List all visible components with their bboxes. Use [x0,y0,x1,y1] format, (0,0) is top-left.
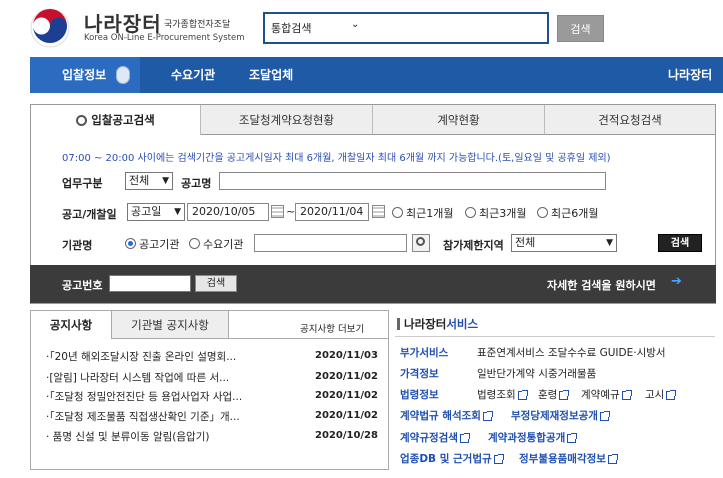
external-link-icon [559,389,570,400]
arrow-right-icon[interactable]: ➔ [671,274,682,289]
notice-row-title[interactable]: ·「조달청 정밀안전진단 등 용업사업자 사업... [46,389,286,404]
number-search-button[interactable]: 검색 [195,275,237,292]
period-3m-radio[interactable] [465,207,476,218]
period-3m-label: 최근3개월 [479,207,527,220]
title-label: 공고명 [181,177,212,190]
services-divider [395,336,715,337]
law-link-item[interactable]: 고시 [645,387,677,402]
notices-more-link[interactable]: 공지사항 더보기 [300,321,364,335]
agency-posting-label: 공고기관 [139,238,180,251]
nav-item-right[interactable]: 나라장터 소 [668,57,723,118]
external-link-icon [517,389,528,400]
date-label: 공고/개찰일 [62,208,117,221]
tab-bid-search[interactable]: 입찰공고검색 [31,105,201,135]
notice-row-date: 2020/11/02 [315,410,378,421]
notice-row-date: 2020/10/28 [315,430,378,441]
external-link-icon [607,453,618,464]
nav-item-bid-info[interactable]: 입찰정보 [62,57,106,93]
law-link-item[interactable]: 법령조회 [477,387,528,402]
period-1m-label: 최근1개월 [406,207,454,220]
nav-item-supplier[interactable]: 조달업체 [249,57,293,93]
number-label: 공고번호 [62,279,103,292]
chevron-down-icon: ⌄ [351,19,360,30]
period-6m-label: 최근6개월 [551,207,599,220]
service-link-sanction[interactable]: 부정당제재정보공개 [511,408,610,423]
chevron-down-icon: ▼ [162,176,169,186]
external-link-icon [567,432,578,443]
service-link-surplus-sale[interactable]: 정부불용품매각정보 [519,451,618,466]
chevron-down-icon: ▼ [174,207,181,217]
period-1m-radio[interactable] [392,207,403,218]
agency-input[interactable] [254,234,407,252]
detail-search-link[interactable]: 자세한 검색을 원하시면 [547,277,656,293]
global-search-box[interactable]: 통합검색 ⌄ [263,12,549,44]
date-separator: ~ [286,205,296,218]
law-link-item[interactable]: 계약예규 [581,387,632,402]
category-select[interactable]: 전체 ▼ [125,172,173,190]
tab-agency-notices[interactable]: 기관별 공지사항 [111,311,229,339]
region-select[interactable]: 전체 ▼ [511,234,617,252]
external-link-icon [459,432,470,443]
global-search-button[interactable]: 검색 [557,15,604,42]
tab-contract-request[interactable]: 조달청계약요청현황 [201,105,373,135]
calendar-icon[interactable] [372,205,385,218]
external-link-icon [599,410,610,421]
service-link-industry-db[interactable]: 업종DB 및 근거법규 [400,451,504,466]
tab-quote-search[interactable]: 견적요청검색 [545,105,715,135]
magnifier-icon[interactable] [412,234,430,252]
notice-row-title[interactable]: ·「20년 해외조달시장 진출 온라인 설명회... [46,349,286,364]
notice-row-title[interactable]: ·「조달청 제조물품 직접생산확인 기준」개... [46,409,286,424]
date-from-input[interactable]: 2020/10/05 [187,203,269,221]
service-link-rule-search[interactable]: 계약규정검색 [400,430,470,445]
notice-row-title[interactable]: · 품명 신설 및 분류이동 알림(음압기) [46,429,286,444]
service-link-price[interactable]: 일반단가계약 시중거래물품 [477,366,596,381]
services-title: 나라장터서비스 [404,317,479,331]
category-label: 업무구분 [62,177,103,190]
search-icon [76,115,88,126]
external-link-icon [621,389,632,400]
external-link-icon [493,453,504,464]
service-link-contract-process[interactable]: 계약과정통합공개 [488,430,578,445]
taegeuk-logo-icon[interactable] [30,8,70,48]
agency-posting-radio[interactable] [125,238,136,249]
external-link-icon [482,410,493,421]
service-cat-price: 가격정보 [400,368,439,380]
notice-row-title[interactable]: ·[알림] 나라장터 시스템 작업에 따른 서... [46,370,286,385]
chevron-down-icon: ▼ [606,238,613,248]
number-input[interactable] [109,275,191,292]
agency-demand-label: 수요기관 [203,238,244,251]
tab-contract-status[interactable]: 계약현황 [373,105,545,135]
agency-label: 기관명 [62,239,93,252]
notice-row-date: 2020/11/02 [315,371,378,382]
title-input[interactable] [219,172,606,190]
logo-subtitle: 국가종합전자조달 [164,20,231,30]
nav-item-demand-agency[interactable]: 수요기관 [171,57,215,93]
tab-underline [229,338,388,339]
search-submit-button[interactable]: 검색 [658,234,702,252]
tab-notices[interactable]: 공지사항 [31,311,111,339]
date-to-input[interactable]: 2020/11/04 [295,203,369,221]
mouse-icon [116,66,130,84]
external-link-icon [666,389,677,400]
law-link-item[interactable]: 훈령 [538,387,570,402]
search-period-notice: 07:00 ~ 20:00 사이에는 검색기간을 공고게시일자 최대 6개월, … [62,153,611,164]
calendar-icon[interactable] [271,205,284,218]
services-title-bar [397,318,400,330]
notice-row-date: 2020/11/02 [315,390,378,401]
date-type-select[interactable]: 공고일 ▼ [127,203,185,221]
service-cat-law: 법령정보 [400,389,439,401]
service-link-law-interpret[interactable]: 계약법규 해석조회 [400,408,493,423]
logo-english: Korea ON-Line E-Procurement System [84,33,245,43]
notice-row-date: 2020/11/03 [315,350,378,361]
period-6m-radio[interactable] [537,207,548,218]
service-cat-addon: 부가서비스 [400,347,449,359]
service-link-addon[interactable]: 표준연계서비스 조달수수료 GUIDE·시방서 [477,345,666,360]
region-label: 참가제한지역 [443,239,504,252]
search-type-select[interactable]: 통합검색 ⌄ [271,19,367,38]
agency-demand-radio[interactable] [189,238,200,249]
